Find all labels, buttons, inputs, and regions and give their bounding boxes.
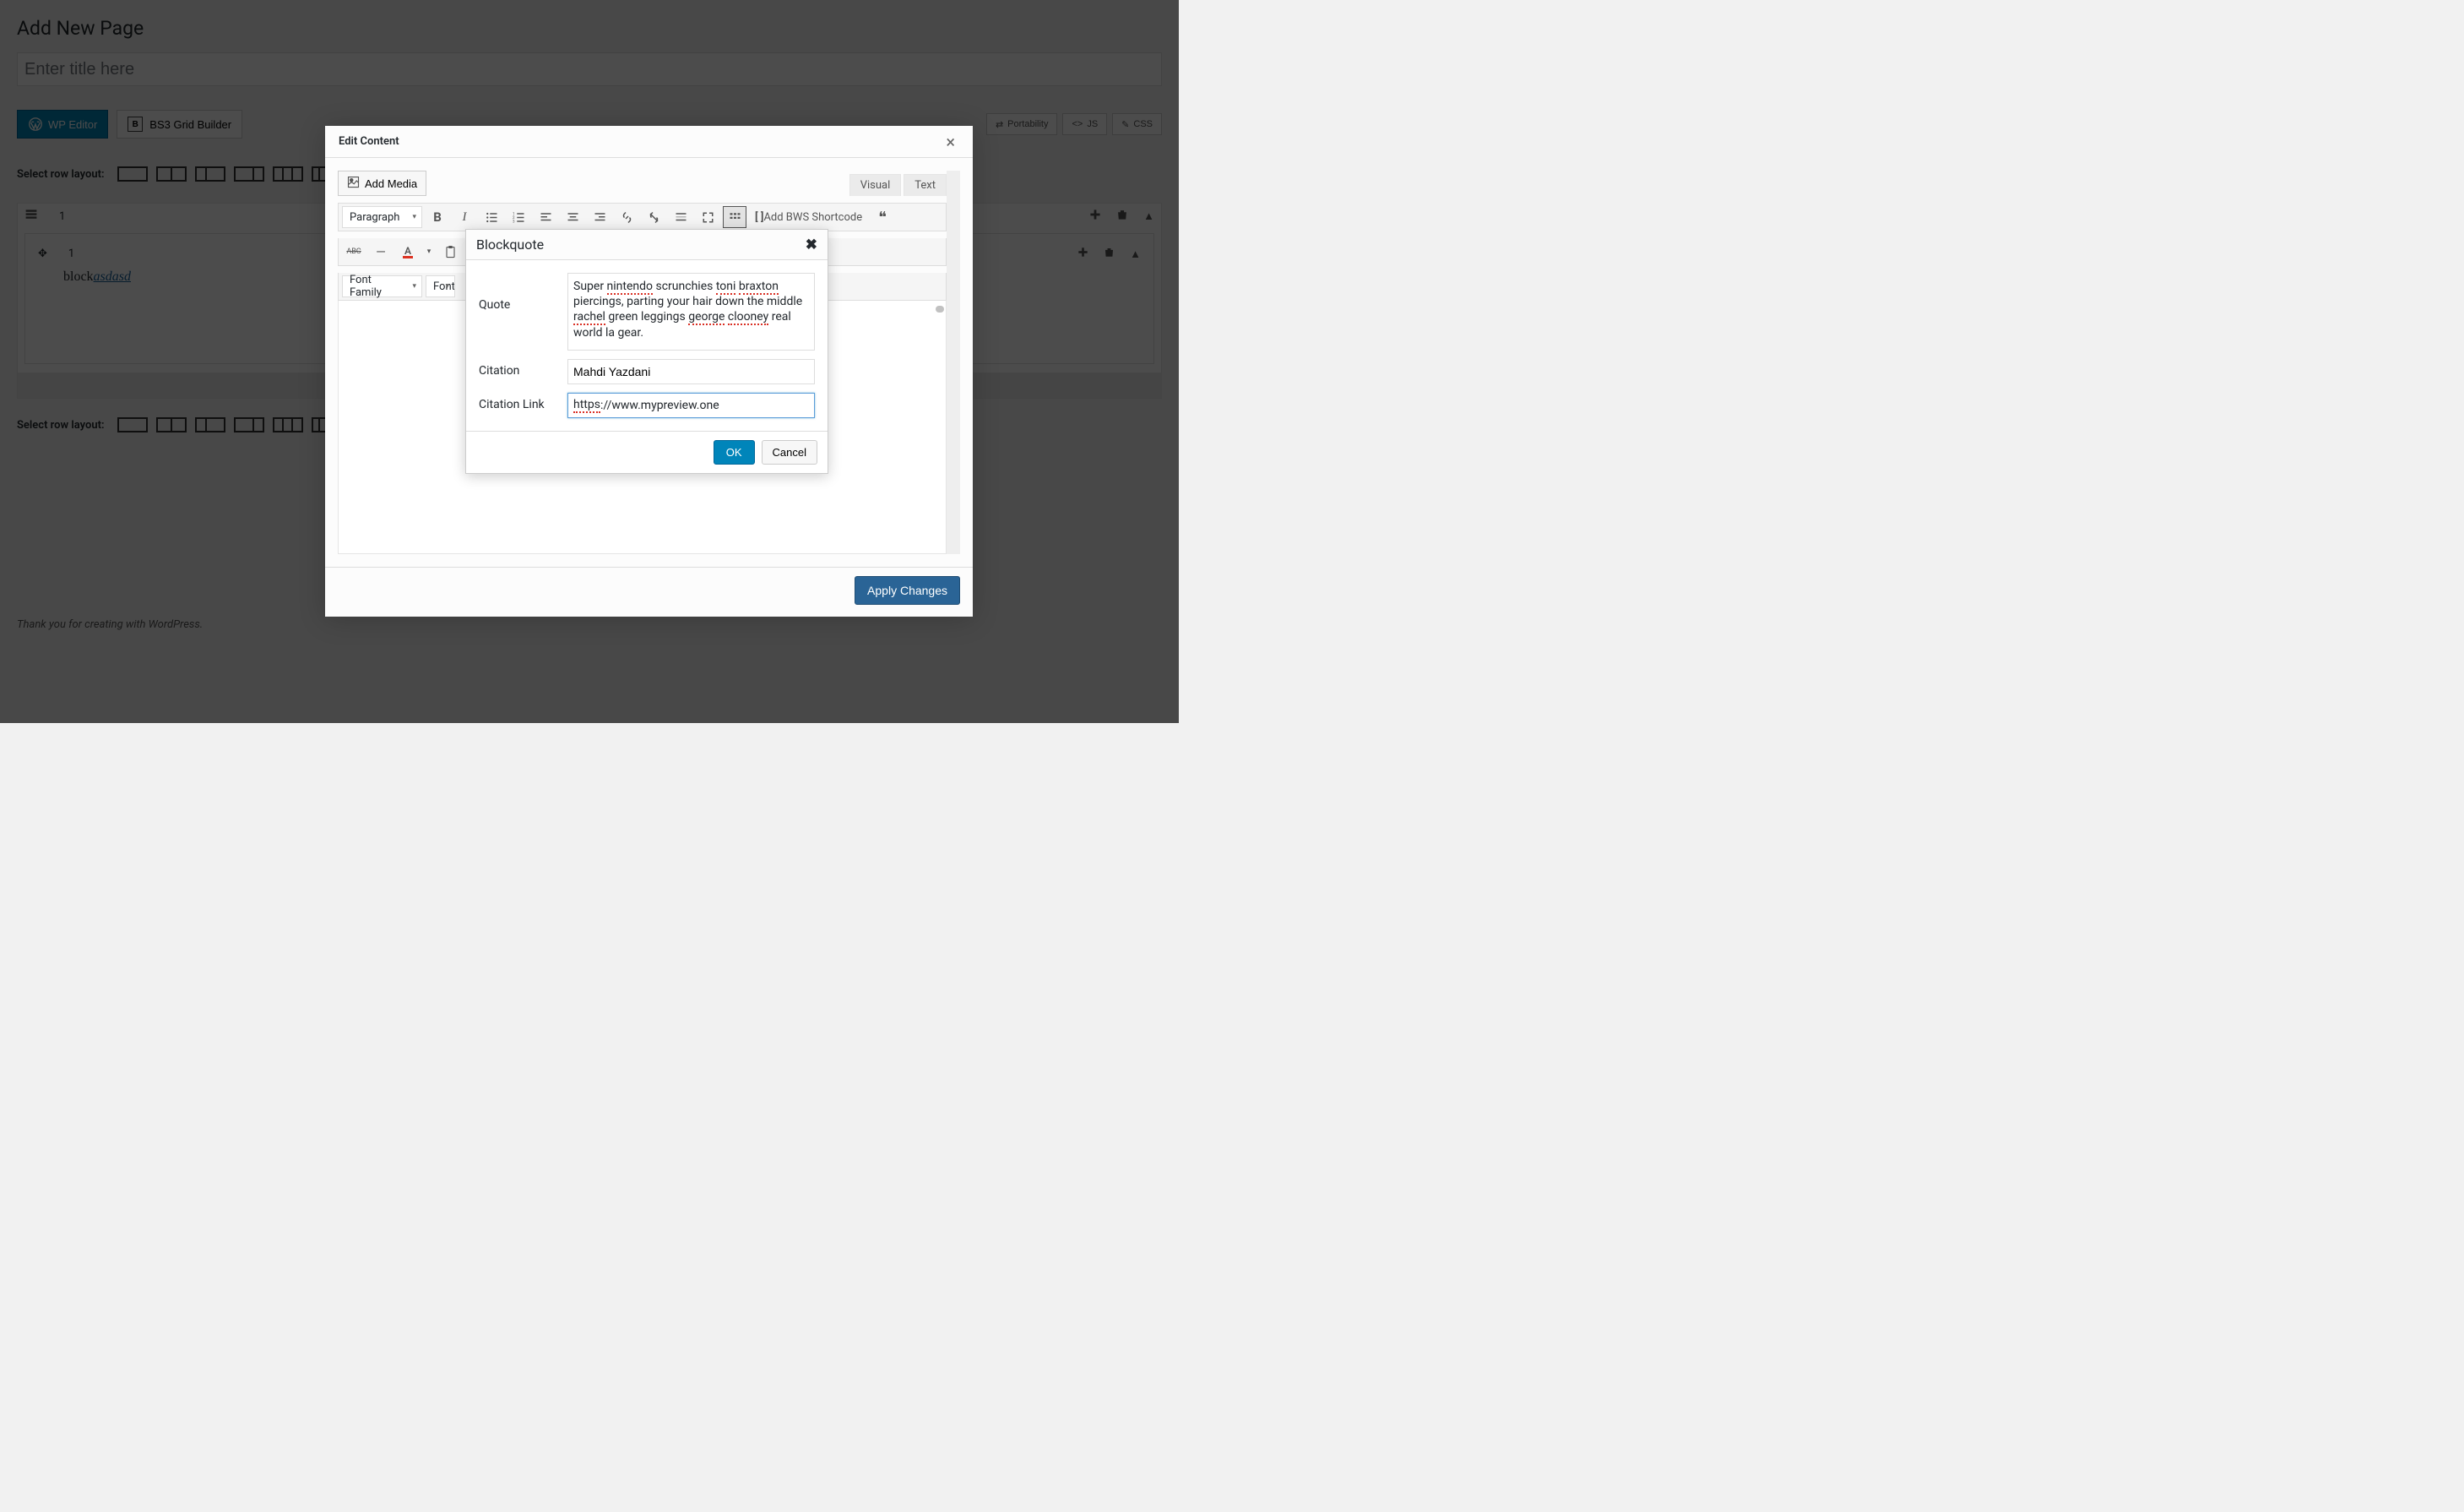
font-size-select[interactable]: Font — [426, 275, 455, 297]
citation-link-label: Citation Link — [479, 393, 567, 418]
edit-modal-title: Edit Content — [339, 135, 399, 148]
hr-icon[interactable]: — — [369, 241, 393, 263]
ok-button[interactable]: OK — [714, 440, 755, 465]
font-family-select[interactable]: Font Family — [342, 275, 422, 297]
text-color-dropdown-icon[interactable]: ▾ — [423, 241, 435, 263]
bws-shortcode-button[interactable]: [ ]Add BWS Shortcode — [750, 206, 867, 228]
cancel-button[interactable]: Cancel — [762, 440, 817, 465]
italic-icon[interactable]: I — [453, 206, 476, 228]
align-left-icon[interactable] — [534, 206, 557, 228]
tab-visual[interactable]: Visual — [849, 174, 902, 196]
align-right-icon[interactable] — [588, 206, 611, 228]
scrollbar-thumb[interactable] — [936, 306, 944, 313]
paragraph-select[interactable]: Paragraph — [342, 206, 422, 228]
tab-text[interactable]: Text — [904, 174, 947, 196]
media-icon — [347, 176, 360, 191]
paste-text-icon[interactable] — [438, 241, 462, 263]
fullscreen-icon[interactable] — [696, 206, 719, 228]
close-icon[interactable]: × — [942, 132, 959, 152]
quote-label: Quote — [479, 273, 567, 351]
quote-textarea[interactable]: Super nintendo scrunchies toni braxton p… — [567, 273, 815, 351]
unlink-icon[interactable] — [642, 206, 665, 228]
text-color-icon[interactable]: A — [396, 241, 420, 263]
bold-icon[interactable]: B — [426, 206, 449, 228]
link-icon[interactable] — [615, 206, 638, 228]
blockquote-dialog-title: Blockquote — [476, 237, 544, 253]
add-media-label: Add Media — [365, 177, 417, 190]
numbered-list-icon[interactable]: 123 — [507, 206, 530, 228]
apply-changes-button[interactable]: Apply Changes — [855, 576, 960, 605]
blockquote-dialog: Blockquote ✖ Quote Super nintendo scrunc… — [465, 229, 828, 474]
add-media-button[interactable]: Add Media — [338, 171, 426, 196]
toolbar-row-1: Paragraph B I 123 [ ]Add BWS Shortcode ❝ — [338, 203, 947, 231]
bullet-list-icon[interactable] — [480, 206, 503, 228]
close-icon[interactable]: ✖ — [806, 237, 817, 253]
citation-label: Citation — [479, 359, 567, 384]
svg-text:3: 3 — [513, 219, 515, 224]
readmore-icon[interactable] — [669, 206, 692, 228]
align-center-icon[interactable] — [561, 206, 584, 228]
blockquote-icon[interactable]: ❝ — [871, 206, 894, 228]
strikethrough-icon[interactable]: ABC — [342, 241, 366, 263]
citation-link-input[interactable]: https://www.mypreview.one — [567, 393, 815, 418]
toolbar-toggle-icon[interactable] — [723, 206, 746, 228]
citation-input[interactable] — [567, 359, 815, 384]
